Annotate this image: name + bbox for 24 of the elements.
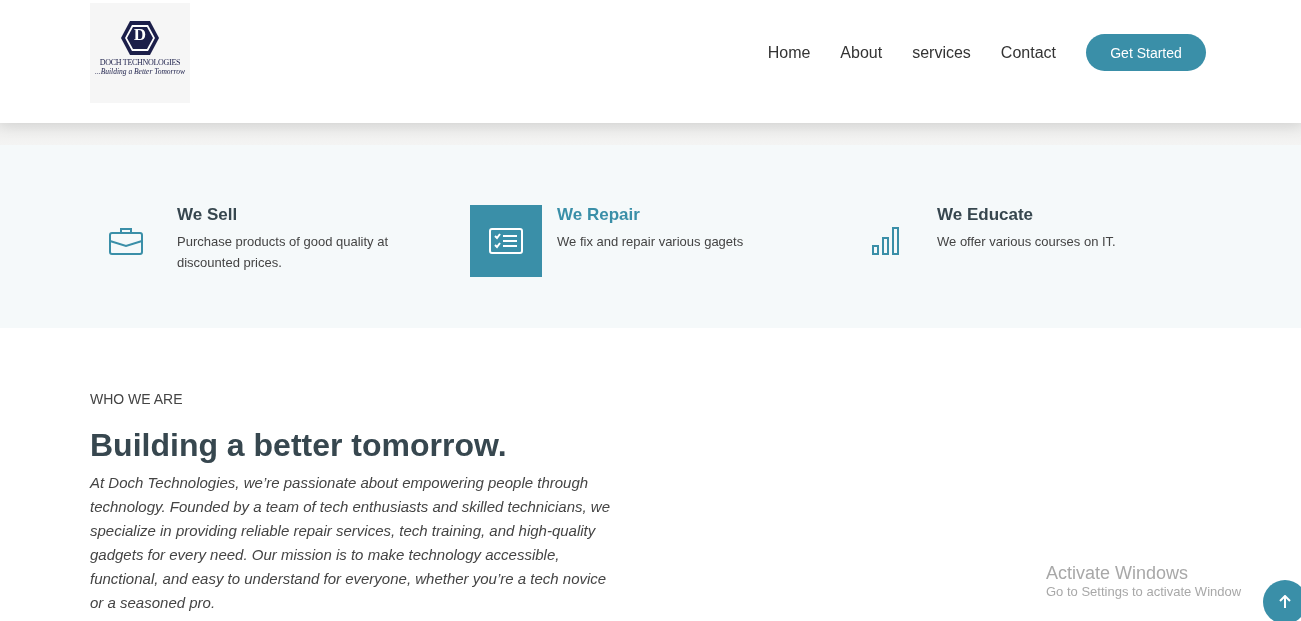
- feature-title: We Sell: [177, 205, 239, 225]
- logo-letter: D: [133, 25, 147, 45]
- scroll-top-button[interactable]: [1263, 580, 1301, 621]
- arrow-up-icon: [1279, 595, 1291, 609]
- feature-description: Purchase products of good quality at discounted prices.: [177, 233, 390, 272]
- section-heading: Building a better tomorrow.: [90, 426, 507, 465]
- nav-link[interactable]: Home: [767, 43, 811, 62]
- hexagon-icon: [120, 20, 160, 56]
- nav-link[interactable]: Contact: [1000, 43, 1056, 62]
- feature-description: We offer various courses on IT.: [937, 233, 1117, 251]
- checklist-icon: [489, 228, 523, 254]
- logo-name: DOCH TECHNOLOGIES: [99, 58, 181, 67]
- feature-description: We fix and repair various gagets: [557, 233, 745, 251]
- section-label: WHO WE ARE: [90, 391, 183, 407]
- feature-title: We Repair: [557, 205, 641, 225]
- get-started-button[interactable]: Get Started: [1086, 34, 1206, 71]
- bar-chart-icon: [871, 226, 901, 256]
- nav-link[interactable]: About: [840, 43, 883, 62]
- activation-notice-text: Go to Settings to activate Window: [1046, 584, 1243, 599]
- about-paragraph: At Doch Technologies, we’re passionate about empowering people through technology. Founded by a team of tech enthusiasts and skilled technicians, we specialize in providing reliable repair services, tech training, and high-quality gadgets for every need. Our mission is to make technology accessible, functional, and easy to understand for everyone, whether you’re a tech novice or a seasoned pro.: [90, 473, 612, 613]
- briefcase-icon: [109, 227, 143, 255]
- activation-notice-title: Activate Windows: [1046, 563, 1190, 584]
- feature-title: We Educate: [937, 205, 1035, 225]
- nav-link[interactable]: services: [912, 43, 971, 62]
